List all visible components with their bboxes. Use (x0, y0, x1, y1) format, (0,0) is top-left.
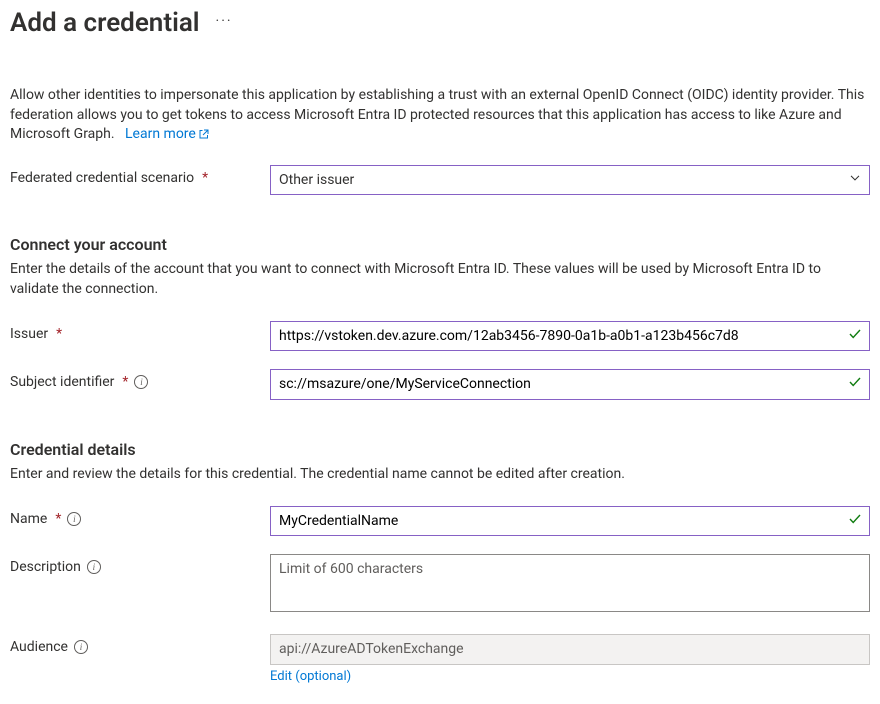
scenario-dropdown[interactable]: Other issuer (270, 165, 870, 195)
issuer-field[interactable] (270, 321, 870, 351)
external-link-icon (198, 127, 210, 147)
description-label: Description (10, 559, 81, 575)
issuer-label: Issuer (10, 326, 48, 342)
subject-label: Subject identifier (10, 374, 114, 390)
learn-more-link[interactable]: Learn more (125, 126, 210, 142)
description-field[interactable] (270, 554, 870, 612)
details-section-title: Credential details (10, 440, 870, 459)
chevron-down-icon (849, 171, 861, 189)
info-icon[interactable]: i (134, 375, 148, 389)
required-indicator: * (122, 374, 128, 390)
connect-section-title: Connect your account (10, 235, 870, 254)
scenario-label: Federated credential scenario (10, 170, 194, 186)
info-icon[interactable]: i (67, 512, 81, 526)
required-indicator: * (55, 511, 61, 527)
info-icon[interactable]: i (74, 640, 88, 654)
details-section-sub: Enter and review the details for this cr… (10, 465, 870, 485)
info-icon[interactable]: i (87, 560, 101, 574)
more-menu[interactable]: ··· (216, 13, 233, 33)
audience-label: Audience (10, 639, 68, 655)
scenario-value: Other issuer (279, 171, 354, 189)
page-title: Add a credential (10, 8, 200, 38)
subject-identifier-field[interactable] (270, 369, 870, 399)
intro-paragraph: Allow other identities to impersonate th… (10, 86, 870, 147)
edit-audience-link[interactable]: Edit (optional) (270, 669, 351, 684)
required-indicator: * (202, 170, 208, 186)
connect-section-sub: Enter the details of the account that yo… (10, 260, 870, 299)
audience-field (270, 634, 870, 664)
name-label: Name (10, 511, 47, 527)
learn-more-label: Learn more (125, 126, 196, 142)
required-indicator: * (56, 326, 62, 342)
name-field[interactable] (270, 506, 870, 536)
